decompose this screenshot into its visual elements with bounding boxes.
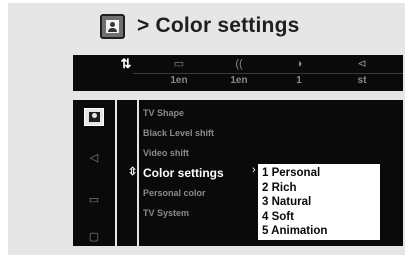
menu-list: TV Shape Black Level shift Video shift C…	[143, 103, 224, 223]
sound-icon[interactable]: ◁	[84, 148, 104, 166]
tab-angle-value: 1	[296, 75, 302, 86]
submenu-arrow-icon: ›	[252, 164, 256, 176]
menu-item-tv-shape[interactable]: TV Shape	[143, 103, 224, 123]
subtitle-icon: ▭	[173, 58, 185, 70]
picture-settings-icon	[100, 13, 125, 39]
tab-angle[interactable]: ◑ 1	[273, 55, 325, 91]
updown-cursor-icon: ⇳	[128, 166, 138, 178]
option-rich[interactable]: 2 Rich	[262, 181, 380, 196]
menu-item-personal-color[interactable]: Personal color	[143, 183, 224, 203]
menu-item-tv-system[interactable]: TV System	[143, 203, 224, 223]
angle-icon: ◑	[295, 58, 303, 70]
options-popup: 1 Personal 2 Rich 3 Natural 4 Soft 5 Ani…	[257, 163, 381, 241]
menu-panel: ◁ ▭ ▢ TV Shape Black Level shift Video s…	[73, 100, 403, 246]
tab-audio-value: 1en	[230, 75, 248, 86]
page-heading: > Color settings	[100, 12, 299, 40]
menu-item-video-shift[interactable]: Video shift	[143, 143, 224, 163]
tab-bar: ⇅ ▭ 1en (( 1en ◑ 1 ⊲ st	[73, 55, 403, 91]
speaker-icon: ⊲	[357, 58, 367, 70]
option-personal[interactable]: 1 Personal	[262, 166, 380, 181]
page-title: > Color settings	[137, 14, 300, 37]
menu-item-color-settings[interactable]: Color settings	[143, 163, 224, 183]
settings-icon: ⇅	[120, 56, 132, 71]
audio-icon: ((	[235, 58, 243, 70]
category-column: ◁ ▭ ▢	[73, 100, 115, 246]
picture-icon[interactable]	[84, 108, 104, 126]
tab-subtitle[interactable]: ▭ 1en	[153, 55, 205, 91]
tab-speaker[interactable]: ⊲ st	[336, 55, 388, 91]
tab-speaker-value: st	[357, 75, 367, 86]
option-soft[interactable]: 4 Soft	[262, 210, 380, 225]
option-natural[interactable]: 3 Natural	[262, 195, 380, 210]
divider-line	[115, 100, 117, 246]
tab-settings[interactable]: ⇅	[113, 55, 139, 91]
osd-frame: > Color settings ⇅ ▭ 1en (( 1en ◑ 1 ⊲ st…	[8, 3, 405, 255]
menu-item-black-level-shift[interactable]: Black Level shift	[143, 123, 224, 143]
tab-audio[interactable]: (( 1en	[213, 55, 265, 91]
option-animation[interactable]: 5 Animation	[262, 224, 380, 239]
tab-subtitle-value: 1en	[170, 75, 188, 86]
language-icon[interactable]: ▭	[84, 190, 104, 208]
divider-line	[137, 100, 139, 246]
features-icon[interactable]: ▢	[84, 227, 104, 245]
